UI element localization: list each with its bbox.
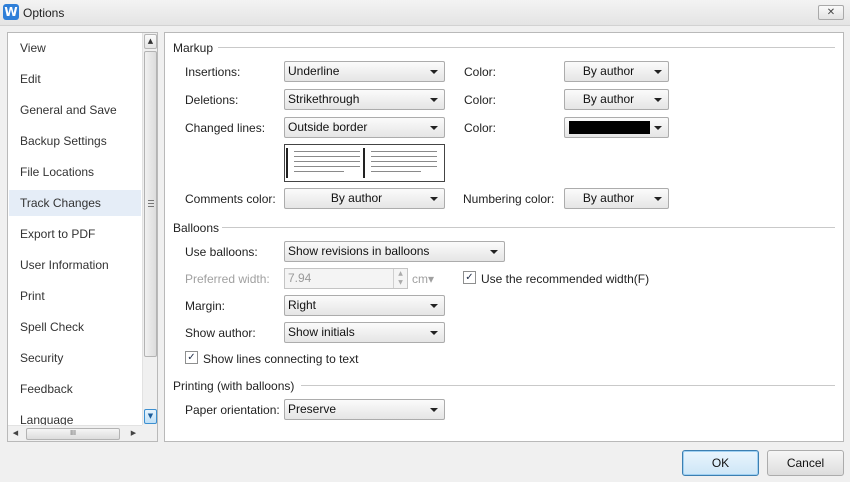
grip-icon bbox=[148, 200, 154, 207]
deletions-dropdown[interactable]: Strikethrough bbox=[284, 89, 445, 110]
sidebar-item-user-information[interactable]: User Information bbox=[9, 252, 141, 278]
options-category-list: View Edit General and Save Backup Settin… bbox=[7, 32, 158, 442]
margin-label: Margin: bbox=[185, 299, 226, 313]
horizontal-scroll-thumb[interactable]: III bbox=[26, 428, 120, 440]
preview-page-right bbox=[363, 148, 439, 178]
scroll-left-button[interactable]: ◀ bbox=[9, 427, 22, 440]
chevron-down-icon bbox=[654, 197, 662, 201]
show-lines-label[interactable]: Show lines connecting to text bbox=[203, 352, 358, 366]
insertions-color-label: Color: bbox=[464, 65, 497, 79]
deletions-color-value: By author bbox=[582, 92, 635, 106]
scrollbar-corner bbox=[142, 425, 157, 441]
sidebar-item-general-and-save[interactable]: General and Save bbox=[9, 97, 141, 123]
use-recommended-width-checkbox[interactable]: ✓ bbox=[463, 271, 476, 284]
preferred-width-unit[interactable]: cm▾ bbox=[412, 272, 434, 286]
show-author-label: Show author: bbox=[185, 326, 256, 340]
sidebar-item-security[interactable]: Security bbox=[9, 345, 141, 371]
ok-button[interactable]: OK bbox=[682, 450, 759, 476]
chevron-down-icon bbox=[430, 126, 438, 130]
app-logo-icon: W bbox=[3, 4, 19, 20]
printing-section-title: Printing (with balloons) bbox=[173, 379, 295, 393]
chevron-down-icon bbox=[654, 70, 662, 74]
vertical-scrollbar[interactable]: ▲ ▼ bbox=[142, 33, 157, 425]
title-bar: W Options ✕ bbox=[0, 0, 850, 26]
chevron-down-icon bbox=[654, 98, 662, 102]
paper-orientation-value: Preserve bbox=[288, 402, 337, 416]
deletions-color-dropdown[interactable]: By author bbox=[564, 89, 669, 110]
margin-dropdown[interactable]: Right bbox=[284, 295, 445, 316]
changed-lines-label: Changed lines: bbox=[185, 121, 266, 135]
margin-value: Right bbox=[288, 298, 317, 312]
insertions-label: Insertions: bbox=[185, 65, 241, 79]
printing-divider bbox=[301, 385, 835, 386]
window-title: Options bbox=[23, 6, 65, 20]
numbering-color-dropdown[interactable]: By author bbox=[564, 188, 669, 209]
chevron-down-icon bbox=[490, 250, 498, 254]
chevron-down-icon bbox=[430, 331, 438, 335]
numbering-color-value: By author bbox=[582, 191, 635, 205]
sidebar-item-backup-settings[interactable]: Backup Settings bbox=[9, 128, 141, 154]
sidebar-item-edit[interactable]: Edit bbox=[9, 66, 141, 92]
deletions-label: Deletions: bbox=[185, 93, 239, 107]
chevron-down-icon bbox=[430, 70, 438, 74]
sidebar-item-feedback[interactable]: Feedback bbox=[9, 376, 141, 402]
changed-lines-color-dropdown[interactable] bbox=[564, 117, 669, 138]
track-changes-settings-panel: Markup Insertions: Underline Color: By a… bbox=[164, 32, 844, 442]
chevron-down-icon bbox=[430, 197, 438, 201]
sidebar-item-print[interactable]: Print bbox=[9, 283, 141, 309]
sidebar-item-language[interactable]: Language bbox=[9, 407, 141, 425]
balloons-divider bbox=[222, 227, 835, 228]
sidebar-item-export-to-pdf[interactable]: Export to PDF bbox=[9, 221, 141, 247]
sidebar-item-track-changes[interactable]: Track Changes bbox=[9, 190, 141, 216]
show-lines-checkbox[interactable]: ✓ bbox=[185, 351, 198, 364]
use-balloons-label: Use balloons: bbox=[185, 245, 258, 259]
horizontal-scrollbar[interactable]: ◀ III ▶ bbox=[8, 425, 157, 441]
color-swatch bbox=[569, 121, 650, 134]
paper-orientation-label: Paper orientation: bbox=[185, 403, 280, 417]
preferred-width-input[interactable]: 7.94 ▲ ▼ bbox=[284, 268, 408, 289]
use-balloons-value: Show revisions in balloons bbox=[288, 244, 430, 258]
scroll-down-button[interactable]: ▼ bbox=[144, 409, 157, 424]
insertions-color-value: By author bbox=[582, 64, 635, 78]
paper-orientation-dropdown[interactable]: Preserve bbox=[284, 399, 445, 420]
scroll-right-button[interactable]: ▶ bbox=[127, 427, 140, 440]
preview-page-left bbox=[286, 148, 362, 178]
scroll-up-button[interactable]: ▲ bbox=[144, 34, 157, 49]
numbering-color-label: Numbering color: bbox=[463, 192, 555, 206]
comments-color-value: By author bbox=[330, 191, 383, 205]
changed-lines-value: Outside border bbox=[288, 120, 368, 134]
sidebar-item-spell-check[interactable]: Spell Check bbox=[9, 314, 141, 340]
changed-lines-color-label: Color: bbox=[464, 121, 497, 135]
sidebar-item-file-locations[interactable]: File Locations bbox=[9, 159, 141, 185]
close-button[interactable]: ✕ bbox=[818, 5, 844, 20]
balloons-section-title: Balloons bbox=[173, 221, 220, 235]
preferred-width-value: 7.94 bbox=[288, 271, 312, 285]
insertions-color-dropdown[interactable]: By author bbox=[564, 61, 669, 82]
deletions-value: Strikethrough bbox=[288, 92, 360, 106]
sidebar-item-view[interactable]: View bbox=[9, 35, 141, 61]
preferred-width-label: Preferred width: bbox=[185, 272, 270, 286]
changed-lines-preview bbox=[284, 144, 445, 182]
insertions-dropdown[interactable]: Underline bbox=[284, 61, 445, 82]
cancel-button[interactable]: Cancel bbox=[767, 450, 844, 476]
show-author-value: Show initials bbox=[288, 325, 355, 339]
markup-section-title: Markup bbox=[173, 41, 214, 55]
deletions-color-label: Color: bbox=[464, 93, 497, 107]
chevron-down-icon bbox=[430, 408, 438, 412]
changed-lines-dropdown[interactable]: Outside border bbox=[284, 117, 445, 138]
markup-divider bbox=[218, 47, 835, 48]
use-recommended-width-label[interactable]: Use the recommended width(F) bbox=[481, 272, 649, 286]
chevron-down-icon bbox=[430, 98, 438, 102]
show-author-dropdown[interactable]: Show initials bbox=[284, 322, 445, 343]
chevron-down-icon bbox=[654, 126, 662, 130]
comments-color-label: Comments color: bbox=[185, 192, 276, 206]
spinner-arrows-icon[interactable]: ▲ ▼ bbox=[393, 269, 407, 288]
use-balloons-dropdown[interactable]: Show revisions in balloons bbox=[284, 241, 505, 262]
scroll-thumb[interactable] bbox=[144, 51, 157, 357]
comments-color-dropdown[interactable]: By author bbox=[284, 188, 445, 209]
insertions-value: Underline bbox=[288, 64, 340, 78]
chevron-down-icon bbox=[430, 304, 438, 308]
